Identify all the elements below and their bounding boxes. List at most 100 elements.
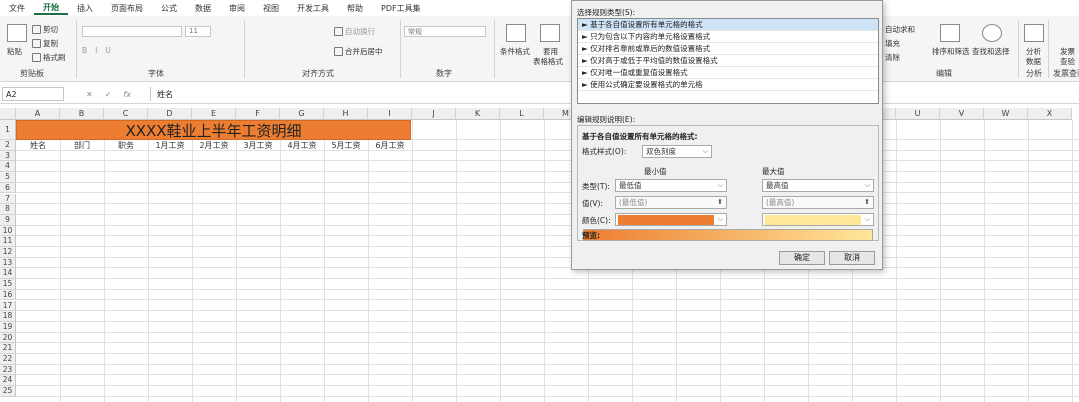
row-header-17[interactable]: 17 (0, 300, 16, 312)
rule-type-item[interactable]: ► 只为包含以下内容的单元格设置格式 (578, 31, 878, 43)
row-header-23[interactable]: 23 (0, 364, 16, 376)
row-header-11[interactable]: 11 (0, 236, 16, 247)
menu-insert[interactable]: 插入 (68, 3, 102, 14)
confirm-icon[interactable]: ✓ (105, 90, 112, 99)
column-header-U[interactable]: U (896, 108, 940, 120)
find-select-icon[interactable] (982, 24, 1002, 42)
column-header-V[interactable]: V (940, 108, 984, 120)
row-header-1[interactable]: 1 (0, 120, 16, 140)
cancel-button[interactable]: 取消 (829, 251, 875, 265)
row-header-13[interactable]: 13 (0, 257, 16, 269)
font-name-dropdown[interactable] (82, 26, 182, 37)
column-header-G[interactable]: G (280, 108, 324, 120)
font-size-dropdown[interactable]: 11 (185, 26, 211, 37)
paste-button[interactable]: 粘贴 (7, 46, 22, 57)
cut-button[interactable]: 剪切 (32, 24, 58, 35)
title-cell[interactable]: XXXX鞋业上半年工资明细 (16, 120, 411, 140)
row-header-10[interactable]: 10 (0, 225, 16, 237)
row-header-15[interactable]: 15 (0, 279, 16, 290)
row-header-19[interactable]: 19 (0, 321, 16, 333)
max-color-select[interactable]: ⌵ (762, 213, 874, 226)
range-picker-icon[interactable]: ⬆ (864, 197, 870, 208)
column-header-K[interactable]: K (456, 108, 500, 120)
menu-file[interactable]: 文件 (0, 3, 34, 14)
clear-button[interactable]: 清除 (885, 52, 900, 63)
fill-button[interactable]: 填充 (885, 38, 900, 49)
format-style-select[interactable]: 双色刻度 ⌵ (642, 145, 712, 158)
header-cell[interactable]: 部门 (60, 141, 104, 151)
column-header-E[interactable]: E (192, 108, 236, 120)
conditional-format-button[interactable]: 条件格式 (500, 46, 530, 57)
row-header-16[interactable]: 16 (0, 289, 16, 301)
menu-review[interactable]: 审阅 (220, 3, 254, 14)
header-cell[interactable]: 4月工资 (280, 141, 324, 151)
menu-page-layout[interactable]: 页面布局 (102, 3, 152, 14)
rule-type-item[interactable]: ► 使用公式确定要设置格式的单元格 (578, 79, 878, 91)
row-header-4[interactable]: 4 (0, 161, 16, 173)
format-painter-button[interactable]: 格式刷 (32, 52, 66, 63)
column-header-B[interactable]: B (60, 108, 104, 120)
header-cell[interactable]: 5月工资 (324, 141, 368, 151)
column-header-X[interactable]: X (1028, 108, 1072, 120)
column-header-F[interactable]: F (236, 108, 280, 120)
table-format-button[interactable]: 表格格式 (533, 56, 563, 67)
header-cell[interactable]: 3月工资 (236, 141, 280, 151)
column-header-L[interactable]: L (500, 108, 544, 120)
menu-developer[interactable]: 开发工具 (288, 3, 338, 14)
row-header-12[interactable]: 12 (0, 247, 16, 258)
cancel-icon[interactable]: ✕ (86, 90, 93, 99)
row-header-24[interactable]: 24 (0, 375, 16, 387)
menu-pdf-tools[interactable]: PDF工具集 (372, 3, 430, 14)
header-cell[interactable]: 姓名 (16, 141, 60, 151)
select-all-corner[interactable] (0, 108, 16, 120)
merge-center-button[interactable]: 合并后居中 (334, 46, 383, 57)
min-color-select[interactable]: ⌵ (615, 213, 727, 226)
ok-button[interactable]: 确定 (779, 251, 825, 265)
rule-type-item[interactable]: ► 仅对高于或低于平均值的数值设置格式 (578, 55, 878, 67)
range-picker-icon[interactable]: ⬆ (717, 197, 723, 208)
analyze-data-label-2[interactable]: 数据 (1026, 56, 1041, 67)
name-box[interactable]: A2 (2, 87, 64, 101)
autosum-button[interactable]: 自动求和 (885, 24, 915, 35)
row-header-6[interactable]: 6 (0, 182, 16, 194)
column-header-H[interactable]: H (324, 108, 368, 120)
column-header-J[interactable]: J (412, 108, 456, 120)
header-cell[interactable]: 6月工资 (368, 141, 412, 151)
sort-filter-icon[interactable] (940, 24, 960, 42)
row-header-8[interactable]: 8 (0, 204, 16, 215)
paste-icon[interactable] (7, 24, 27, 42)
function-icon[interactable]: fx (123, 90, 131, 99)
analyze-data-icon[interactable] (1024, 24, 1044, 42)
menu-home[interactable]: 开始 (34, 2, 68, 15)
row-header-18[interactable]: 18 (0, 311, 16, 322)
row-header-21[interactable]: 21 (0, 343, 16, 354)
invoice-label-2[interactable]: 查验 (1060, 56, 1075, 67)
row-header-25[interactable]: 25 (0, 386, 16, 397)
column-header-C[interactable]: C (104, 108, 148, 120)
row-header-14[interactable]: 14 (0, 268, 16, 280)
find-select-button[interactable]: 查找和选择 (972, 46, 1010, 57)
max-value-input[interactable]: (最高值) ⬆ (762, 196, 874, 209)
rule-type-item[interactable]: ► 仅对排名靠前或靠后的数值设置格式 (578, 43, 878, 55)
row-header-22[interactable]: 22 (0, 354, 16, 365)
row-header-9[interactable]: 9 (0, 214, 16, 226)
max-type-select[interactable]: 最高值 ⌵ (762, 179, 874, 192)
row-header-3[interactable]: 3 (0, 150, 16, 162)
font-style-buttons[interactable]: BIU (82, 46, 119, 55)
column-header-D[interactable]: D (148, 108, 192, 120)
header-cell[interactable]: 2月工资 (192, 141, 236, 151)
wrap-text-button[interactable]: 自动换行 (334, 26, 375, 37)
copy-button[interactable]: 复制 (32, 38, 58, 49)
menu-data[interactable]: 数据 (186, 3, 220, 14)
number-format-dropdown[interactable]: 常规 (404, 26, 486, 37)
column-header-I[interactable]: I (368, 108, 412, 120)
spreadsheet-grid[interactable]: ABCDEFGHIJKLMNOPQRSTUVWX 123456789101112… (0, 108, 1079, 402)
header-cell[interactable]: 职务 (104, 141, 148, 151)
column-header-A[interactable]: A (16, 108, 60, 120)
menu-formulas[interactable]: 公式 (152, 3, 186, 14)
sort-filter-button[interactable]: 排序和筛选 (932, 46, 970, 57)
row-header-7[interactable]: 7 (0, 193, 16, 205)
header-cell[interactable]: 1月工资 (148, 141, 192, 151)
min-type-select[interactable]: 最低值 ⌵ (615, 179, 727, 192)
table-format-icon[interactable] (540, 24, 560, 42)
